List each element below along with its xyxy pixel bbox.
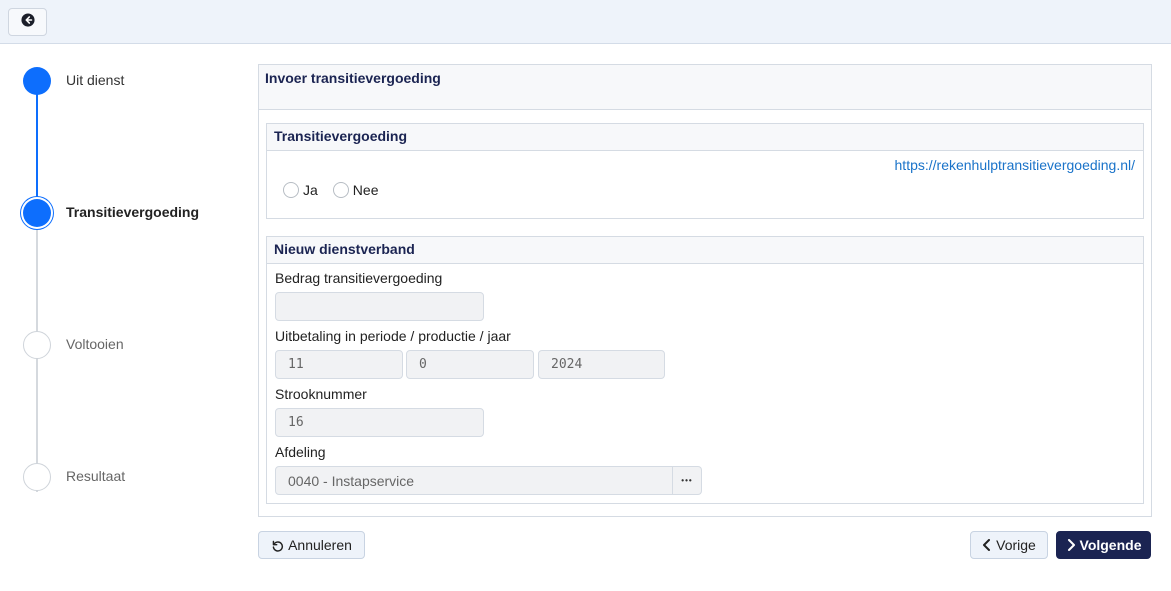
chevron-left-icon xyxy=(982,539,992,551)
period-input[interactable]: 11 xyxy=(275,350,403,379)
step-label-transitievergoeding: Transitievergoeding xyxy=(66,204,200,220)
employment-card: Nieuw dienstverband Bedrag transitieverg… xyxy=(266,236,1144,504)
step-connector-done xyxy=(36,82,38,214)
step-indicator-transitievergoeding xyxy=(23,199,51,227)
transition-card: Transitievergoeding https://rekenhulptra… xyxy=(266,123,1144,219)
radio-ja[interactable] xyxy=(283,182,299,198)
next-button-label: Volgende xyxy=(1079,537,1142,553)
more-dots-icon: ••• xyxy=(681,476,693,485)
step-indicator-resultaat xyxy=(23,463,51,491)
step-connector-todo xyxy=(36,228,38,492)
main-panel: Invoer transitievergoeding Transitieverg… xyxy=(258,64,1152,517)
chevron-right-icon xyxy=(1066,539,1076,551)
strip-number-input[interactable]: 16 xyxy=(275,408,484,437)
undo-icon xyxy=(271,539,284,552)
step-indicator-voltooien xyxy=(23,331,51,359)
radio-nee-label: Nee xyxy=(352,182,379,198)
strip-number-label: Strooknummer xyxy=(275,386,367,402)
production-input[interactable]: 0 xyxy=(406,350,534,379)
cancel-button[interactable]: Annuleren xyxy=(258,531,365,559)
top-bar xyxy=(0,0,1171,44)
step-label-uit-dienst: Uit dienst xyxy=(66,72,125,88)
transition-card-title: Transitievergoeding xyxy=(267,124,1143,151)
department-input[interactable]: 0040 - Instapservice xyxy=(275,466,673,495)
transition-radio-group: Ja Nee xyxy=(283,182,393,198)
back-button[interactable] xyxy=(8,8,47,36)
step-label-voltooien: Voltooien xyxy=(66,336,124,352)
arrow-left-circle-icon xyxy=(20,12,35,32)
amount-label: Bedrag transitievergoeding xyxy=(275,270,443,286)
rekenhulp-link[interactable]: https://rekenhulptransitievergoeding.nl/ xyxy=(895,157,1135,173)
next-button[interactable]: Volgende xyxy=(1056,531,1151,559)
year-input[interactable]: 2024 xyxy=(538,350,665,379)
step-indicator-uit-dienst xyxy=(23,67,51,95)
previous-button-label: Vorige xyxy=(996,537,1036,553)
department-label: Afdeling xyxy=(275,444,326,460)
amount-input[interactable] xyxy=(275,292,484,321)
previous-button[interactable]: Vorige xyxy=(970,531,1048,559)
department-lookup-button[interactable]: ••• xyxy=(673,466,702,495)
panel-title: Invoer transitievergoeding xyxy=(259,65,1151,110)
payout-label: Uitbetaling in periode / productie / jaa… xyxy=(275,328,511,344)
radio-nee[interactable] xyxy=(332,182,349,198)
cancel-button-label: Annuleren xyxy=(288,537,352,553)
step-label-resultaat: Resultaat xyxy=(66,468,126,484)
radio-ja-label: Ja xyxy=(303,182,318,198)
employment-card-title: Nieuw dienstverband xyxy=(267,237,1143,264)
wizard-stepper: Uit dienst Transitievergoeding Voltooien… xyxy=(0,44,250,544)
